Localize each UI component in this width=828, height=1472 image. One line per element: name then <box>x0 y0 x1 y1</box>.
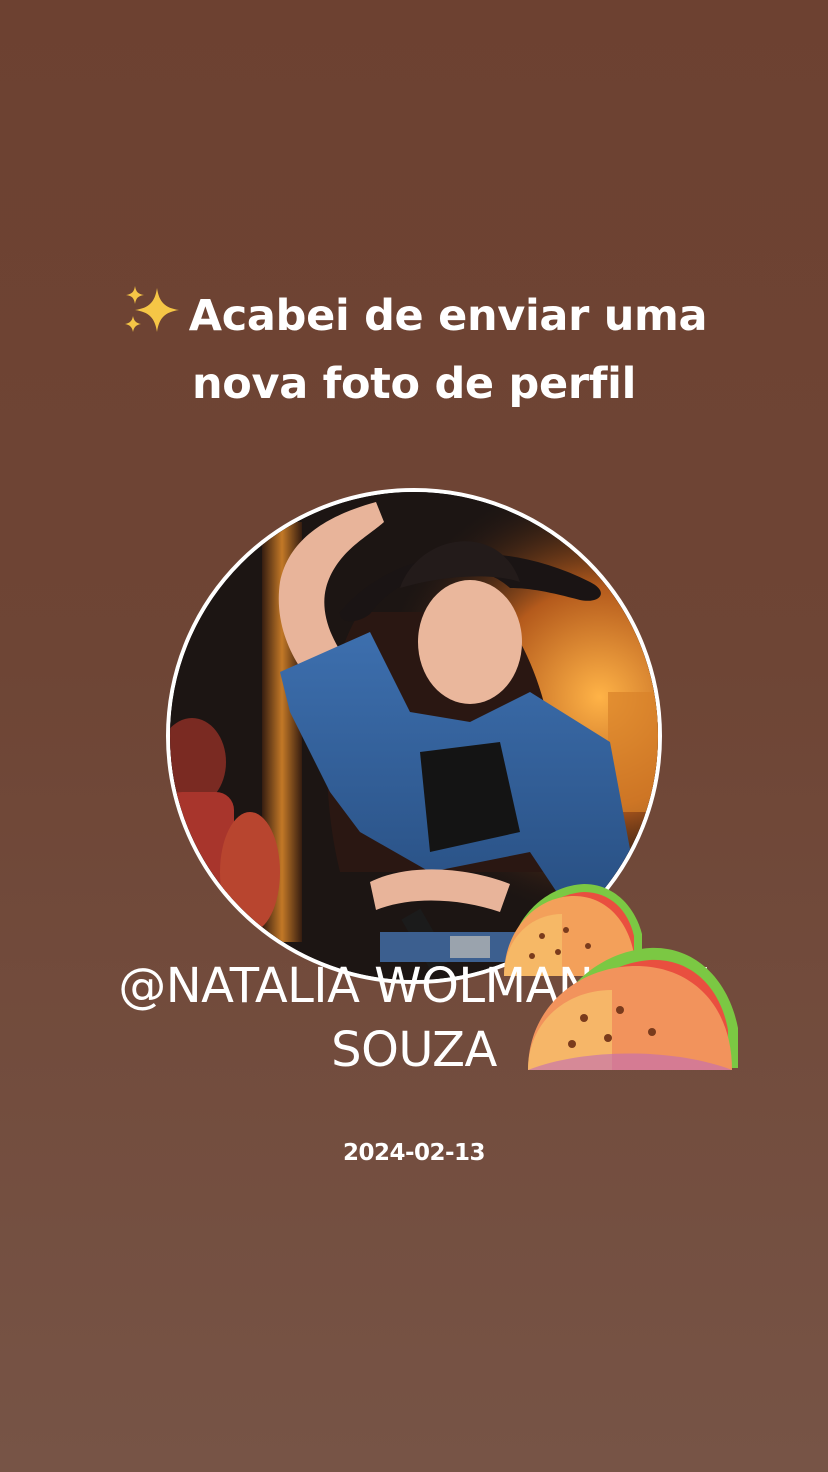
headline-text-1: Acabei de enviar uma <box>188 291 708 341</box>
headline: Acabei de enviar uma nova foto de perfil <box>60 282 768 418</box>
post-date: 2024-02-13 <box>342 1140 486 1166</box>
sparkles-icon <box>124 286 179 332</box>
taco-icon <box>528 947 738 1070</box>
story-screen: Acabei de enviar uma nova foto de perfil <box>0 0 828 1472</box>
headline-line-1: Acabei de enviar uma <box>60 282 768 350</box>
headline-line-2: nova foto de perfil <box>191 359 637 409</box>
